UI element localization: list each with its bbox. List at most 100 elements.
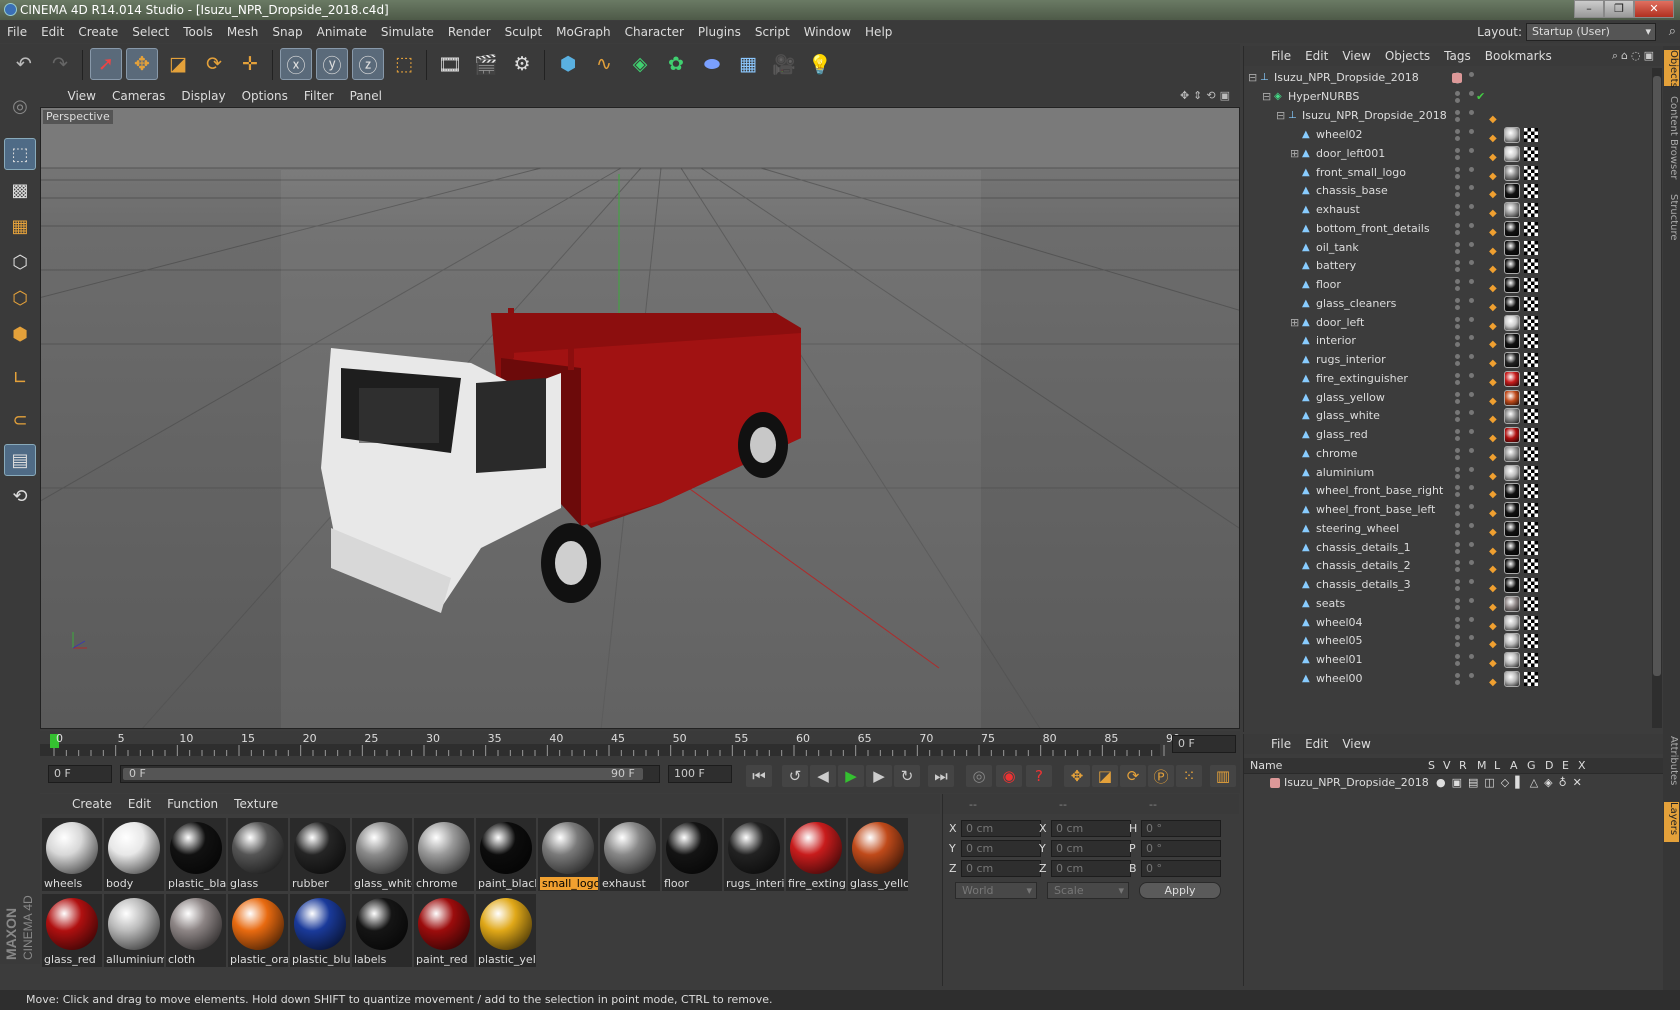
viewport-menu-display[interactable]: Display	[173, 86, 233, 106]
coord-value-field[interactable]: 0 cm	[961, 840, 1041, 857]
render-picture-viewer-icon[interactable]: 🎬	[470, 48, 502, 80]
viewport-menu-panel[interactable]: Panel	[342, 86, 390, 106]
layer-column-header[interactable]: E	[1562, 759, 1569, 772]
material-swatch[interactable]: glass	[228, 818, 288, 891]
uvw-tag-icon[interactable]	[1524, 521, 1538, 536]
object-row[interactable]: ⊟ ⊥ Isuzu_NPR_Dropside_2018	[1244, 68, 1654, 88]
layer-column-header[interactable]: Name	[1250, 759, 1282, 772]
undo-icon[interactable]: ↶	[8, 48, 40, 80]
material-swatch[interactable]: floor	[662, 818, 722, 891]
visibility-dots-icon[interactable]	[1449, 519, 1479, 539]
phong-tag-icon[interactable]: ◆	[1489, 410, 1501, 425]
phong-tag-icon[interactable]: ◆	[1489, 504, 1501, 519]
material-menu-texture[interactable]: Texture	[226, 794, 286, 814]
object-row[interactable]: ▲ steering_wheel ◆	[1244, 519, 1654, 539]
viewport-menu-options[interactable]: Options	[234, 86, 296, 106]
visibility-dots-icon[interactable]	[1449, 444, 1479, 464]
layer-color-icon[interactable]	[1452, 73, 1462, 83]
layer-column-header[interactable]: S	[1428, 759, 1435, 772]
menu-select[interactable]: Select	[125, 21, 176, 43]
tab-layers[interactable]: Layers	[1664, 802, 1679, 842]
material-swatch[interactable]: alluminium	[104, 894, 164, 967]
key-pla-icon[interactable]: ⁙	[1176, 765, 1202, 787]
uvw-tag-icon[interactable]	[1524, 296, 1538, 311]
visibility-dots-icon[interactable]	[1449, 106, 1479, 126]
material-swatch[interactable]: paint_red	[414, 894, 474, 967]
phong-tag-icon[interactable]: ◆	[1489, 654, 1501, 669]
apply-button[interactable]: Apply	[1139, 882, 1221, 899]
object-row[interactable]: ⊟ ⊥ Isuzu_NPR_Dropside_2018 ◆	[1244, 106, 1654, 126]
layer-flag-icons[interactable]: ●▣▤◫◇▌△◈♁✕	[1436, 774, 1588, 792]
menu-snap[interactable]: Snap	[265, 21, 309, 43]
object-row[interactable]: ▲ front_small_logo ◆	[1244, 163, 1654, 183]
visibility-dots-icon[interactable]	[1449, 500, 1479, 520]
object-row[interactable]: ▲ chassis_details_2 ◆	[1244, 556, 1654, 576]
search-icon[interactable]: ⌕	[1669, 21, 1676, 43]
render-settings-icon[interactable]: ⚙	[506, 48, 538, 80]
object-menu-tags[interactable]: Tags	[1437, 46, 1478, 66]
phong-tag-icon[interactable]: ◆	[1489, 579, 1501, 594]
x-axis-icon[interactable]: ⓧ	[280, 48, 312, 80]
phong-tag-icon[interactable]: ◆	[1489, 354, 1501, 369]
expand-toggle-icon[interactable]: ⊟	[1248, 68, 1257, 88]
play-icon[interactable]: ▶	[838, 765, 864, 787]
material-tag-icon[interactable]	[1504, 595, 1520, 612]
material-tag-icon[interactable]	[1504, 239, 1520, 256]
minimize-button[interactable]: –	[1574, 0, 1604, 18]
object-row[interactable]: ▲ glass_cleaners ◆	[1244, 294, 1654, 314]
previous-key-icon[interactable]: ↺	[782, 765, 808, 787]
preview-range-slider[interactable]: 0 F 90 F	[120, 765, 660, 783]
material-swatch[interactable]: paint_black	[476, 818, 536, 891]
material-tag-icon[interactable]	[1504, 164, 1520, 181]
uvw-tag-icon[interactable]	[1524, 428, 1538, 442]
uvw-tag-icon[interactable]	[1524, 353, 1538, 367]
visibility-dots-icon[interactable]	[1449, 556, 1479, 576]
rotate-icon[interactable]: ⟳	[198, 48, 230, 80]
uvw-tag-icon[interactable]	[1524, 165, 1538, 180]
material-swatch[interactable]: labels	[352, 894, 412, 967]
material-tag-icon[interactable]	[1504, 352, 1520, 368]
object-row[interactable]: ▲ wheel02 ◆	[1244, 125, 1654, 145]
object-menu-bookmarks[interactable]: Bookmarks	[1478, 46, 1559, 66]
material-swatch[interactable]: small_logo	[538, 818, 598, 891]
visibility-dots-icon[interactable]	[1449, 219, 1479, 239]
material-tag-icon[interactable]	[1504, 258, 1520, 275]
layer-column-header[interactable]: V	[1443, 759, 1451, 772]
phong-tag-icon[interactable]: ◆	[1489, 485, 1501, 500]
material-swatch[interactable]: wheels	[42, 818, 102, 891]
material-tag-icon[interactable]	[1504, 483, 1520, 500]
key-rotation-icon[interactable]: ⟳	[1120, 765, 1146, 787]
object-row[interactable]: ▲ battery ◆	[1244, 256, 1654, 276]
material-tag-icon[interactable]	[1504, 427, 1520, 443]
object-row[interactable]: ▲ interior ◆	[1244, 331, 1654, 351]
object-row[interactable]: ▲ bottom_front_details ◆	[1244, 219, 1654, 239]
material-menu-create[interactable]: Create	[64, 794, 120, 814]
material-tag-icon[interactable]	[1504, 539, 1520, 556]
go-to-start-icon[interactable]: ⏮	[746, 765, 772, 787]
enabled-check-icon[interactable]: ✔	[1476, 87, 1485, 107]
menu-sculpt[interactable]: Sculpt	[498, 21, 549, 43]
visibility-dots-icon[interactable]	[1449, 163, 1479, 183]
light-icon[interactable]: 💡	[804, 48, 836, 80]
layer-row[interactable]: Isuzu_NPR_Dropside_2018 ●▣▤◫◇▌△◈♁✕	[1244, 774, 1654, 792]
phong-tag-icon[interactable]: ◆	[1489, 617, 1501, 632]
uvw-tag-icon[interactable]	[1524, 596, 1538, 611]
key-scale-icon[interactable]: ◪	[1092, 765, 1118, 787]
menu-window[interactable]: Window	[797, 21, 858, 43]
phong-tag-icon[interactable]: ◆	[1489, 598, 1501, 613]
object-menu-view[interactable]: View	[1335, 46, 1377, 66]
next-frame-icon[interactable]: ▶	[866, 765, 892, 787]
coord-value-field[interactable]: 0 °	[1141, 820, 1221, 837]
expand-toggle-icon[interactable]: ⊟	[1276, 106, 1285, 126]
object-row[interactable]: ▲ chrome ◆	[1244, 444, 1654, 464]
workplane-icon[interactable]: ▦	[4, 210, 36, 242]
phong-tag-icon[interactable]: ◆	[1489, 560, 1501, 575]
coordinate-system-icon[interactable]: ⬚	[388, 48, 420, 80]
current-frame-field[interactable]: 0 F	[1172, 735, 1236, 753]
menu-edit[interactable]: Edit	[34, 21, 71, 43]
coord-value-field[interactable]: 0 cm	[1051, 840, 1131, 857]
phong-tag-icon[interactable]: ◆	[1489, 260, 1501, 275]
uvw-tag-icon[interactable]	[1524, 540, 1538, 555]
uvw-tag-icon[interactable]	[1524, 278, 1538, 292]
autokey-icon[interactable]: ◉	[996, 765, 1022, 787]
